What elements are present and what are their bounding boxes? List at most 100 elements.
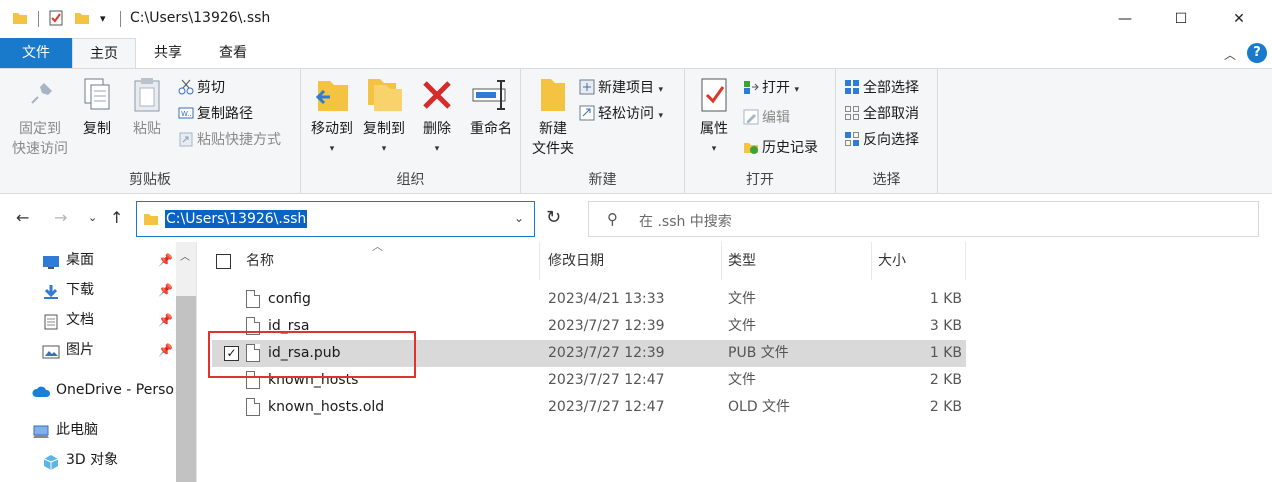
- address-path[interactable]: C:\Users\13926\.ssh: [165, 210, 308, 228]
- select-none-icon: [844, 105, 860, 121]
- nav-item-label: 图片: [66, 342, 94, 358]
- copy-path-button[interactable]: W.. 复制路径: [178, 103, 253, 125]
- invert-selection-button[interactable]: 反向选择: [844, 129, 919, 151]
- copy-path-icon: W..: [178, 105, 194, 121]
- pin-icon[interactable]: 📌: [158, 246, 173, 274]
- nav-item-desktop[interactable]: 桌面 📌: [0, 246, 176, 274]
- nav-item-this-pc[interactable]: 此电脑: [0, 416, 176, 444]
- clipboard-group: 固定到 快速访问 复制 粘贴 剪切 W.. 复制路径 粘贴快捷方式 剪贴板: [0, 69, 301, 193]
- select-group-label: 选择: [872, 172, 901, 188]
- file-type: 文件: [728, 291, 756, 307]
- new-item-dropdown-icon: ▾: [658, 85, 663, 95]
- tab-file[interactable]: 文件: [0, 38, 72, 68]
- column-header-name[interactable]: 名称: [240, 242, 540, 280]
- navigation-pane: 桌面 📌 下载 📌 文档 📌 图片 📌 OneDrive - Perso 此电脑…: [0, 242, 197, 482]
- paste-label: 粘贴: [133, 121, 161, 137]
- scroll-up-icon[interactable]: ︿: [180, 248, 190, 263]
- properties-icon: [694, 75, 734, 115]
- column-header-date[interactable]: 修改日期: [542, 242, 722, 280]
- recent-locations-icon[interactable]: ⌄: [88, 211, 97, 224]
- select-none-label: 全部取消: [863, 106, 919, 122]
- cut-button[interactable]: 剪切: [178, 77, 225, 99]
- nav-item-label: OneDrive - Perso: [56, 382, 174, 398]
- column-header-type[interactable]: 类型: [722, 242, 872, 280]
- move-to-button[interactable]: 移动到 ▾: [305, 75, 359, 159]
- select-none-button[interactable]: 全部取消: [844, 103, 919, 125]
- file-icon: [246, 290, 260, 308]
- organize-group-label: 组织: [396, 172, 425, 188]
- copy-to-icon: [364, 75, 404, 115]
- address-dropdown-icon[interactable]: ⌄: [514, 211, 524, 225]
- rename-icon: [471, 75, 511, 115]
- divider: [120, 11, 121, 27]
- collapse-ribbon-icon[interactable]: ︿: [1224, 46, 1236, 63]
- nav-item-downloads[interactable]: 下载 📌: [0, 276, 176, 304]
- file-row[interactable]: config 2023/4/21 13:33 文件 1 KB: [212, 286, 966, 313]
- help-icon[interactable]: ?: [1247, 43, 1267, 63]
- nav-item-onedrive[interactable]: OneDrive - Perso: [0, 376, 176, 404]
- back-arrow-icon[interactable]: ←: [16, 208, 29, 227]
- pin-icon[interactable]: 📌: [158, 336, 173, 364]
- customize-toolbar-icon[interactable]: ▾: [100, 12, 106, 25]
- paste-shortcut-button[interactable]: 粘贴快捷方式: [178, 129, 281, 151]
- properties-button[interactable]: 属性 ▾: [689, 75, 739, 159]
- select-all-button[interactable]: 全部选择: [844, 77, 919, 99]
- nav-item-documents[interactable]: 文档 📌: [0, 306, 176, 334]
- close-button[interactable]: ✕: [1216, 0, 1262, 38]
- new-folder-icon[interactable]: [74, 10, 90, 30]
- history-icon: [743, 139, 759, 155]
- pin-to-quick-access-button[interactable]: 固定到 快速访问: [8, 75, 72, 159]
- 3d-cube-icon: [42, 452, 60, 470]
- maximize-button[interactable]: ☐: [1158, 0, 1204, 38]
- history-label: 历史记录: [762, 140, 818, 156]
- properties-label: 属性: [700, 121, 728, 137]
- nav-item-pictures[interactable]: 图片 📌: [0, 336, 176, 364]
- edit-icon: [743, 109, 759, 125]
- move-to-label: 移动到: [311, 121, 353, 137]
- history-button[interactable]: 历史记录: [743, 137, 818, 159]
- copy-button[interactable]: 复制: [74, 75, 120, 139]
- ribbon-tabs: 文件 主页 共享 查看 ︿ ?: [0, 38, 1272, 68]
- edit-button[interactable]: 编辑: [743, 107, 790, 129]
- file-row[interactable]: known_hosts.old 2023/7/27 12:47 OLD 文件 2…: [212, 394, 966, 421]
- delete-dropdown-icon: ▾: [434, 144, 440, 154]
- address-bar[interactable]: C:\Users\13926\.ssh ⌄: [136, 201, 535, 237]
- open-button[interactable]: 打开 ▾: [743, 77, 799, 99]
- new-group: 新建 文件夹 新建项目 ▾ 轻松访问 ▾ 新建: [521, 69, 685, 193]
- tab-share[interactable]: 共享: [140, 38, 196, 68]
- rename-button[interactable]: 重命名: [463, 75, 519, 139]
- paste-button[interactable]: 粘贴: [124, 75, 170, 139]
- pin-icon[interactable]: 📌: [158, 306, 173, 334]
- up-arrow-icon[interactable]: ↑: [110, 208, 123, 227]
- rename-label: 重命名: [470, 121, 512, 137]
- open-label: 打开: [762, 80, 790, 96]
- file-type: OLD 文件: [728, 399, 791, 415]
- delete-button[interactable]: 删除 ▾: [417, 75, 457, 159]
- tab-home[interactable]: 主页: [72, 38, 136, 68]
- title-bar: ▾ C:\Users\13926\.ssh — ☐ ✕: [0, 0, 1272, 38]
- pin-icon[interactable]: 📌: [158, 276, 173, 304]
- select-all-checkbox[interactable]: [216, 254, 231, 269]
- easy-access-button[interactable]: 轻松访问 ▾: [579, 103, 663, 125]
- copy-to-button[interactable]: 复制到 ▾: [357, 75, 411, 159]
- nav-pane-scrollbar[interactable]: ︿: [176, 242, 196, 482]
- minimize-button[interactable]: —: [1102, 0, 1148, 38]
- pictures-icon: [42, 342, 60, 359]
- scrollbar-thumb[interactable]: [176, 296, 196, 482]
- new-folder-button[interactable]: 新建 文件夹: [525, 75, 581, 159]
- select-all-label: 全部选择: [863, 80, 919, 96]
- forward-arrow-icon[interactable]: →: [54, 208, 67, 227]
- column-header-size[interactable]: 大小: [872, 242, 966, 280]
- search-box[interactable]: ⚲ 在 .ssh 中搜索: [588, 201, 1259, 237]
- properties-icon[interactable]: [48, 10, 64, 30]
- file-size: 1 KB: [929, 291, 962, 307]
- search-placeholder[interactable]: 在 .ssh 中搜索: [639, 211, 732, 231]
- tab-view[interactable]: 查看: [204, 38, 262, 68]
- new-item-button[interactable]: 新建项目 ▾: [579, 77, 663, 99]
- pin-label-line2: 快速访问: [12, 141, 68, 157]
- nav-item-3d-objects[interactable]: 3D 对象: [0, 446, 176, 474]
- copy-path-label: 复制路径: [197, 106, 253, 122]
- new-group-label: 新建: [588, 172, 617, 188]
- delete-label: 删除: [423, 121, 451, 137]
- refresh-icon[interactable]: ↻: [546, 207, 561, 228]
